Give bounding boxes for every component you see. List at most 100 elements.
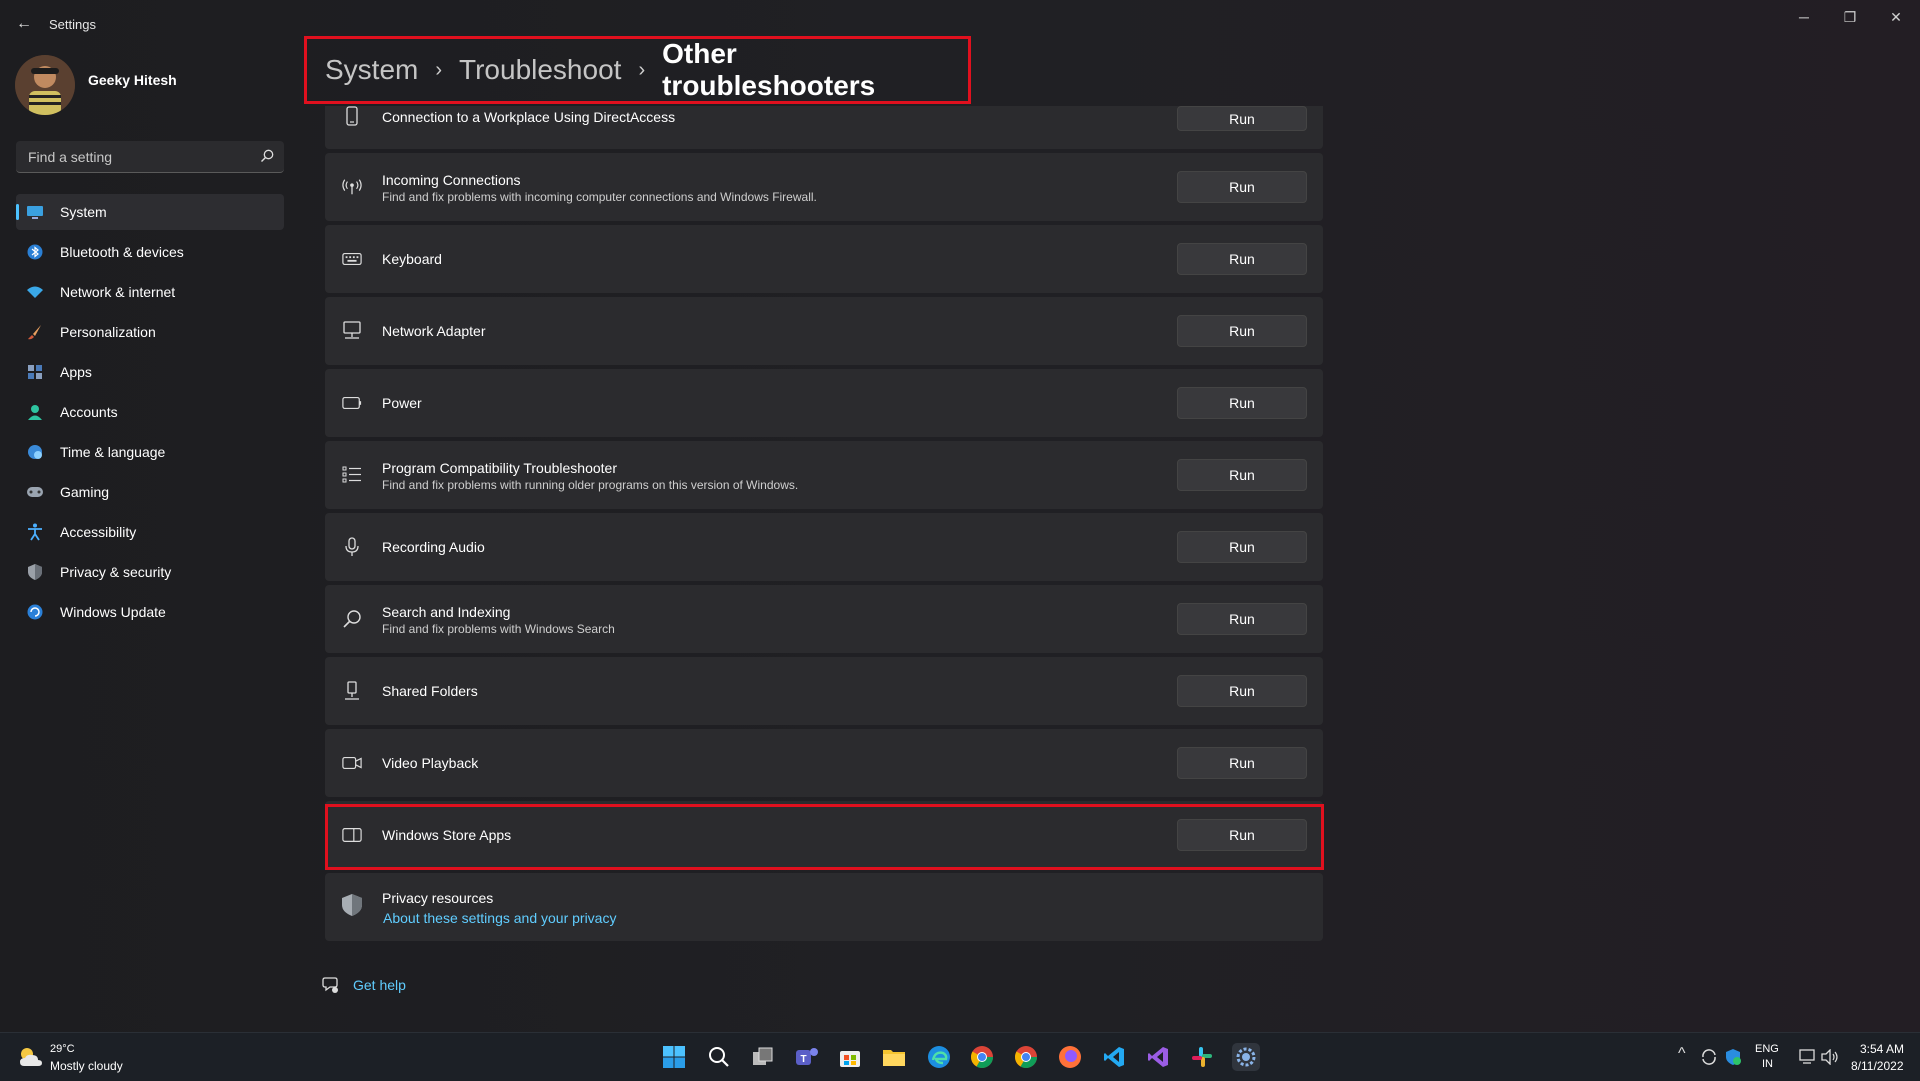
sidebar-item-system[interactable]: System xyxy=(16,194,284,230)
shield-icon xyxy=(26,563,44,581)
svg-text:T: T xyxy=(800,1054,806,1065)
taskbar-settings[interactable] xyxy=(1232,1043,1260,1071)
sidebar-item-privacy[interactable]: Privacy & security xyxy=(16,554,284,590)
sidebar-nav: System Bluetooth & devices Network & int… xyxy=(16,194,284,634)
run-button[interactable]: Run xyxy=(1177,531,1307,563)
sidebar-item-accessibility[interactable]: Accessibility xyxy=(16,514,284,550)
search-input[interactable] xyxy=(26,141,250,173)
sidebar-item-personalization[interactable]: Personalization xyxy=(16,314,284,350)
troubleshooter-windows-store-apps: Windows Store Apps Run xyxy=(325,801,1323,869)
get-help-link[interactable]: Get help xyxy=(322,976,406,994)
windows-logo-icon xyxy=(663,1046,685,1068)
run-button[interactable]: Run xyxy=(1177,675,1307,707)
defender-shield-icon xyxy=(1726,1049,1741,1065)
taskbar-teams[interactable]: T xyxy=(793,1043,821,1071)
taskbar-file-explorer[interactable] xyxy=(880,1043,908,1071)
taskbar-edge[interactable] xyxy=(925,1043,953,1071)
maximize-button[interactable]: ❐ xyxy=(1827,6,1873,28)
weather-temp: 29°C xyxy=(50,1043,75,1055)
sidebar-item-label: Accessibility xyxy=(60,524,137,540)
language-indicator[interactable]: ENG xyxy=(1755,1043,1779,1055)
run-button[interactable]: Run xyxy=(1177,171,1307,203)
task-view-button[interactable] xyxy=(749,1043,777,1071)
brush-icon xyxy=(26,323,44,341)
troubleshooter-title: Incoming Connections xyxy=(382,172,521,188)
avatar xyxy=(15,55,75,115)
sidebar-item-time-language[interactable]: Time & language xyxy=(16,434,284,470)
folder-icon xyxy=(883,1050,905,1066)
vscode-icon xyxy=(1104,1047,1124,1067)
troubleshooter-title: Video Playback xyxy=(382,755,479,771)
video-camera-icon xyxy=(342,753,362,773)
minimize-button[interactable]: ─ xyxy=(1781,6,1827,28)
run-button[interactable]: Run xyxy=(1177,106,1307,131)
troubleshooter-keyboard: Keyboard Run xyxy=(325,225,1323,293)
minimize-icon: ─ xyxy=(1799,9,1809,25)
tray-defender[interactable] xyxy=(1722,1043,1744,1071)
sidebar-item-gaming[interactable]: Gaming xyxy=(16,474,284,510)
user-profile[interactable]: Geeky Hitesh xyxy=(15,55,285,119)
sidebar-item-network[interactable]: Network & internet xyxy=(16,274,284,310)
taskbar-chrome-1[interactable] xyxy=(968,1043,996,1071)
taskbar-visual-studio[interactable] xyxy=(1144,1043,1172,1071)
shared-folder-icon xyxy=(342,681,362,701)
sidebar-item-windows-update[interactable]: Windows Update xyxy=(16,594,284,630)
tray-sync[interactable] xyxy=(1698,1043,1720,1071)
run-button[interactable]: Run xyxy=(1177,315,1307,347)
run-button[interactable]: Run xyxy=(1177,747,1307,779)
settings-window: ← Settings ─ ❐ ✕ Geeky Hitesh Find a set… xyxy=(0,0,1920,1032)
keyboard-icon xyxy=(342,249,362,269)
store-icon xyxy=(840,1051,860,1067)
breadcrumb-troubleshoot[interactable]: Troubleshoot xyxy=(459,54,621,86)
task-view-icon xyxy=(753,1047,773,1065)
troubleshooter-title: Network Adapter xyxy=(382,323,486,339)
taskbar-firefox[interactable] xyxy=(1056,1043,1084,1071)
start-button[interactable] xyxy=(660,1043,688,1071)
troubleshooter-incoming-connections: Incoming Connections Find and fix proble… xyxy=(325,153,1323,221)
visual-studio-icon xyxy=(1148,1047,1168,1067)
network-adapter-icon xyxy=(342,321,362,341)
taskbar-store[interactable] xyxy=(836,1043,864,1071)
close-icon: ✕ xyxy=(1890,8,1902,25)
troubleshooter-title: Keyboard xyxy=(382,251,442,267)
sync-icon xyxy=(1702,1049,1716,1065)
tray-chevron-icon[interactable]: ^ xyxy=(1678,1045,1686,1063)
settings-search[interactable] xyxy=(16,141,284,173)
battery-icon xyxy=(342,393,362,413)
troubleshooter-title: Power xyxy=(382,395,422,411)
clock-time[interactable]: 3:54 AM xyxy=(1860,1042,1904,1056)
run-button[interactable]: Run xyxy=(1177,819,1307,851)
taskbar-vscode[interactable] xyxy=(1100,1043,1128,1071)
tray-network[interactable] xyxy=(1797,1043,1819,1071)
run-button[interactable]: Run xyxy=(1177,459,1307,491)
run-button[interactable]: Run xyxy=(1177,603,1307,635)
language-region: IN xyxy=(1762,1058,1773,1070)
breadcrumb-system[interactable]: System xyxy=(325,54,418,86)
sidebar-item-accounts[interactable]: Accounts xyxy=(16,394,284,430)
run-button[interactable]: Run xyxy=(1177,387,1307,419)
restore-icon: ❐ xyxy=(1843,8,1857,25)
back-arrow-icon: ← xyxy=(16,15,32,32)
list-icon xyxy=(342,465,362,485)
sidebar-item-apps[interactable]: Apps xyxy=(16,354,284,390)
taskbar-chrome-2[interactable] xyxy=(1012,1043,1040,1071)
taskbar-search-button[interactable] xyxy=(705,1043,733,1071)
sidebar-item-bluetooth[interactable]: Bluetooth & devices xyxy=(16,234,284,270)
bluetooth-icon xyxy=(26,243,44,261)
sidebar-item-label: Personalization xyxy=(60,324,156,340)
taskbar-slack[interactable] xyxy=(1188,1043,1216,1071)
run-button[interactable]: Run xyxy=(1177,243,1307,275)
search-icon[interactable] xyxy=(260,149,274,163)
store-apps-icon xyxy=(342,825,362,845)
accessibility-icon xyxy=(26,523,44,541)
troubleshooter-title: Windows Store Apps xyxy=(382,827,512,843)
tray-volume[interactable] xyxy=(1819,1043,1841,1071)
troubleshooter-description: Find and fix problems with Windows Searc… xyxy=(382,622,615,636)
weather-widget[interactable]: 29°C Mostly cloudy xyxy=(18,1039,138,1075)
privacy-link[interactable]: About these settings and your privacy xyxy=(383,910,616,926)
person-icon xyxy=(26,403,44,421)
close-button[interactable]: ✕ xyxy=(1873,6,1919,28)
troubleshooter-shared-folders: Shared Folders Run xyxy=(325,657,1323,725)
back-button[interactable]: ← xyxy=(12,12,36,36)
troubleshooter-program-compatibility: Program Compatibility Troubleshooter Fin… xyxy=(325,441,1323,509)
